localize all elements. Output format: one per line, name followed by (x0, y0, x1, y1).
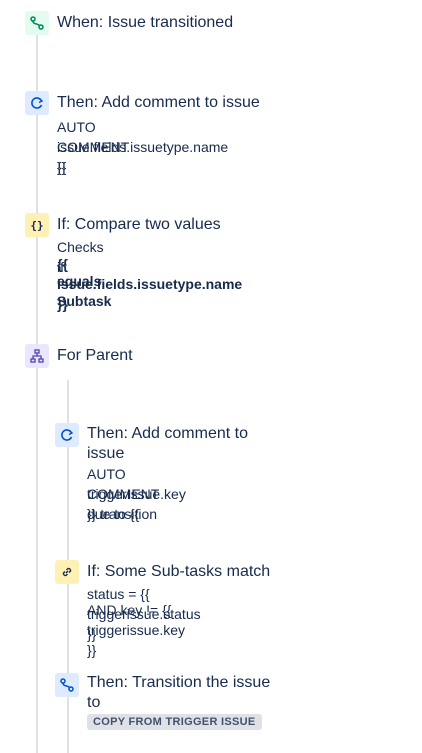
step-title: Then: Add comment to (87, 425, 248, 442)
step-detail-line: triggerIssue.key }} transition (87, 486, 186, 522)
step-title: For Parent (57, 347, 133, 364)
step-title: When: Issue transitioned (57, 14, 234, 31)
main-rule-rail (36, 34, 38, 753)
step-detail-strong: equals Subtask (57, 273, 112, 309)
step-title: If: Some Sub-tasks match (87, 563, 271, 580)
status-badge: COPY FROM TRIGGER ISSUE (87, 714, 262, 730)
step-detail-line: issue.fields.issuetype.name }} (57, 139, 229, 175)
step-detail-line: AND key != {{ triggerissue.key }} (87, 602, 186, 658)
comment-action-icon (25, 91, 49, 115)
step-title-continued: to (87, 694, 101, 711)
step-title-continued: issue (87, 445, 125, 462)
braces-icon: {} (25, 213, 49, 237)
transition-icon (25, 11, 49, 35)
step-title: Then: Transition the issue (87, 674, 271, 691)
hierarchy-icon (25, 344, 49, 368)
transition-icon (55, 673, 79, 697)
comment-action-icon (55, 423, 79, 447)
link-icon (55, 560, 79, 584)
step-title: If: Compare two values (57, 216, 221, 233)
step-title: Then: Add comment to issue (57, 94, 260, 111)
